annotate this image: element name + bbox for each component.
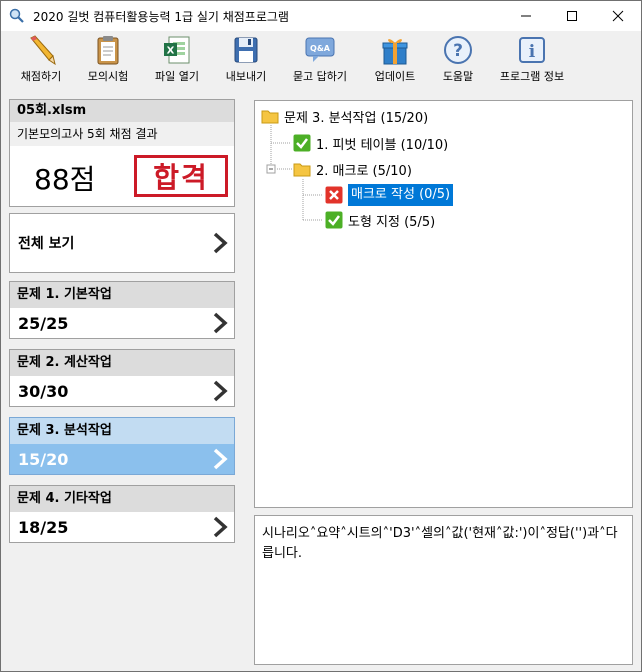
result-tree: 문제 3. 분석작업 (15/20) 1. 피벗 테이블 (10/10) 2. … [254, 100, 633, 508]
chevron-right-icon [213, 380, 228, 402]
tree-item-shape-assign[interactable]: 도형 지정 (5/5) [325, 210, 435, 230]
floppy-disk-icon [229, 33, 263, 67]
tree-item-macro[interactable]: 2. 매크로 (5/10) [293, 159, 412, 179]
app-icon [9, 8, 24, 23]
app-window: 2020 길벗 컴퓨터활용능력 1급 실기 채점프로그램 채점하기 모의시험 X… [0, 0, 642, 672]
question-title: 문제 2. 계산작업 [10, 350, 234, 376]
result-card: 05회.xlsm 기본모의고사 5회 채점 결과 88점 합격 [9, 99, 235, 207]
svg-text:i: i [529, 42, 536, 62]
clipboard-icon [91, 33, 125, 67]
question-card-4[interactable]: 문제 4. 기타작업 18/25 [9, 485, 235, 543]
tree-item-macro-write[interactable]: 매크로 작성 (0/5) [325, 184, 454, 206]
question-title: 문제 3. 분석작업 [10, 418, 234, 444]
question-icon: ? [441, 33, 475, 67]
question-title: 문제 1. 기본작업 [10, 282, 234, 308]
pass-stamp: 합격 [134, 155, 228, 197]
close-icon [612, 10, 624, 22]
svg-text:X: X [167, 46, 175, 57]
left-panel: 05회.xlsm 기본모의고사 5회 채점 결과 88점 합격 전체 보기 문제… [1, 91, 243, 671]
view-all-label: 전체 보기 [18, 236, 75, 252]
update-button[interactable]: 업데이트 [367, 33, 423, 87]
help-button[interactable]: ? 도움말 [435, 33, 481, 87]
info-icon: i [515, 33, 549, 67]
grade-button[interactable]: 채점하기 [15, 33, 67, 87]
question-score: 15/20 [18, 450, 69, 469]
title-bar: 2020 길벗 컴퓨터활용능력 1급 실기 채점프로그램 [1, 1, 641, 31]
minimize-icon [521, 15, 531, 17]
pencil-icon [24, 33, 58, 67]
qa-bubble-icon: Q&A [303, 33, 337, 67]
excel-file-icon: X [160, 33, 194, 67]
folder-icon [293, 163, 311, 177]
minimize-button[interactable] [503, 1, 549, 31]
error-message: 시나리오˄요약˄시트의˄'D3'˄셀의˄값('현재˄값:')이˄정답('')과˄… [262, 526, 618, 561]
question-score: 18/25 [18, 518, 69, 537]
mock-exam-button[interactable]: 모의시험 [81, 33, 135, 87]
program-info-button[interactable]: i 프로그램 정보 [491, 33, 573, 87]
svg-text:?: ? [453, 41, 463, 61]
window-title: 2020 길벗 컴퓨터활용능력 1급 실기 채점프로그램 [33, 10, 289, 24]
qa-button[interactable]: Q&A 묻고 답하기 [285, 33, 355, 87]
question-score: 30/30 [18, 382, 69, 401]
gift-icon [378, 33, 412, 67]
toolbar: 채점하기 모의시험 X 파일 열기 내보내기 Q&A 묻고 답하기 업데이트 ?… [1, 31, 641, 89]
question-card-1[interactable]: 문제 1. 기본작업 25/25 [9, 281, 235, 339]
question-card-3[interactable]: 문제 3. 분석작업 15/20 [9, 417, 235, 475]
message-box[interactable]: 시나리오˄요약˄시트의˄'D3'˄셀의˄값('현재˄값:')이˄정답('')과˄… [254, 515, 633, 665]
open-file-button[interactable]: X 파일 열기 [149, 33, 205, 87]
export-button[interactable]: 내보내기 [219, 33, 273, 87]
maximize-icon [567, 11, 577, 21]
svg-text:Q&A: Q&A [310, 44, 331, 53]
question-score: 25/25 [18, 314, 69, 333]
check-icon [325, 211, 343, 229]
folder-icon [261, 110, 279, 124]
close-button[interactable] [595, 1, 641, 31]
view-all-button[interactable]: 전체 보기 [9, 213, 235, 273]
check-icon [293, 134, 311, 152]
question-title: 문제 4. 기타작업 [10, 486, 234, 512]
chevron-right-icon [213, 448, 228, 470]
chevron-right-icon [213, 312, 228, 334]
error-icon [325, 186, 343, 204]
total-score: 88점 [34, 163, 96, 196]
maximize-button[interactable] [549, 1, 595, 31]
tree-item-pivot[interactable]: 1. 피벗 테이블 (10/10) [293, 133, 448, 153]
question-card-2[interactable]: 문제 2. 계산작업 30/30 [9, 349, 235, 407]
result-subtitle: 기본모의고사 5회 채점 결과 [10, 122, 234, 146]
tree-root[interactable]: 문제 3. 분석작업 (15/20) [261, 106, 428, 126]
chevron-right-icon [213, 516, 228, 538]
file-name: 05회.xlsm [10, 100, 234, 122]
chevron-right-icon [213, 232, 228, 254]
